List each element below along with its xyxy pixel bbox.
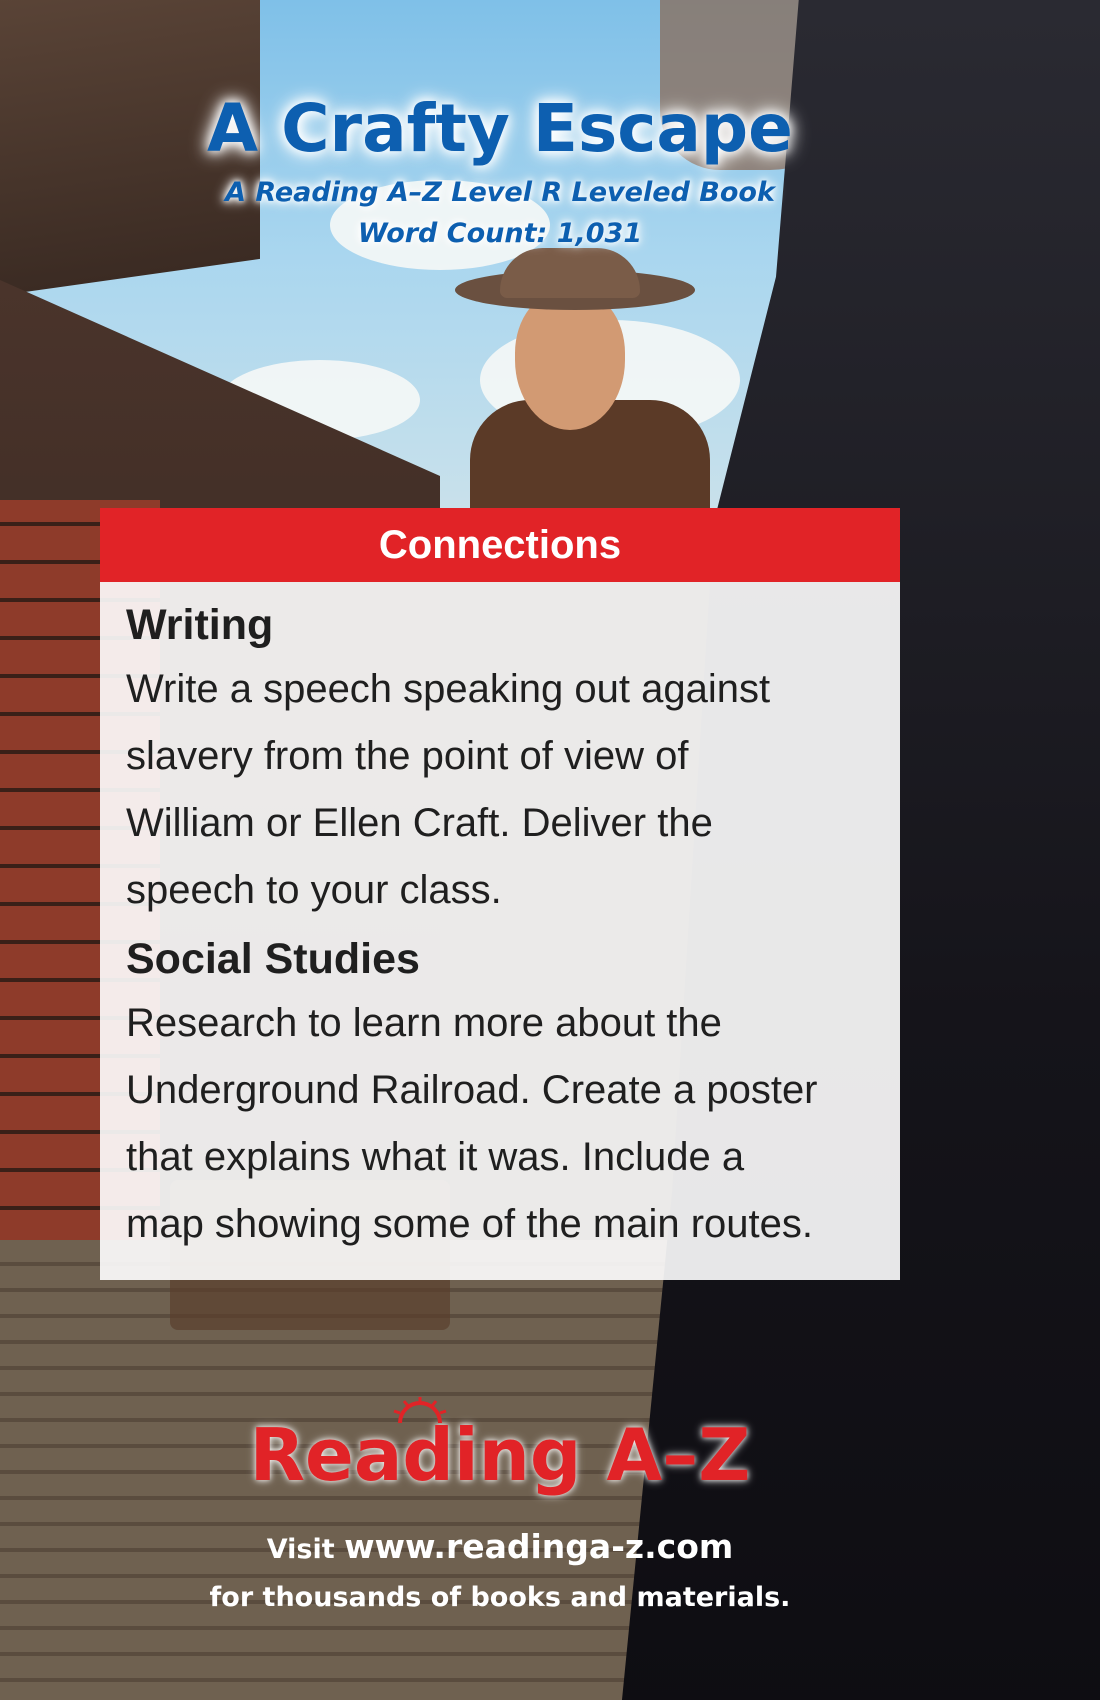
level-line: A Reading A–Z Level R Leveled Book [225, 177, 775, 208]
text-line: map showing some of the main routes. [126, 1202, 814, 1246]
text-line: slavery from the point of view of [126, 734, 689, 778]
hat-top [500, 248, 640, 298]
book-title: A Crafty Escape [207, 90, 793, 167]
text-line: that explains what it was. Include a [126, 1135, 745, 1179]
social-studies-heading: Social Studies [126, 935, 420, 983]
connections-body: Writing Write a speech speaking out agai… [100, 582, 900, 1258]
text-line: Research to learn more about the [126, 1001, 722, 1045]
writing-heading: Writing [126, 601, 274, 649]
title-block: A Crafty Escape A Reading A–Z Level R Le… [0, 90, 1000, 254]
reading-az-logo: Reading A–Z [249, 1413, 751, 1497]
text-line: William or Ellen Craft. Deliver the [126, 801, 713, 845]
text-line: Underground Railroad. Create a poster [126, 1068, 818, 1112]
text-line: Write a speech speaking out against [126, 667, 771, 711]
publisher-footer: Reading A–Z Visit www.readinga-z.com for… [0, 1395, 1000, 1622]
tagline: for thousands of books and materials. [209, 1582, 791, 1613]
text-line: speech to your class. [126, 868, 502, 912]
visit-prefix: Visit [266, 1534, 335, 1565]
website-link[interactable]: www.readinga-z.com [344, 1527, 733, 1566]
sun-icon [393, 1397, 447, 1424]
figure-face [515, 290, 625, 430]
visit-text: Visit www.readinga-z.com for thousands o… [0, 1523, 1000, 1622]
book-subtitle: A Reading A–Z Level R Leveled Book Word … [0, 173, 1000, 254]
writing-text: Write a speech speaking out against slav… [126, 656, 874, 924]
connections-panel: Connections Writing Write a speech speak… [100, 508, 900, 1280]
word-count: Word Count: 1,031 [357, 217, 643, 249]
social-studies-text: Research to learn more about the Undergr… [126, 990, 874, 1258]
connections-header: Connections [100, 508, 900, 582]
